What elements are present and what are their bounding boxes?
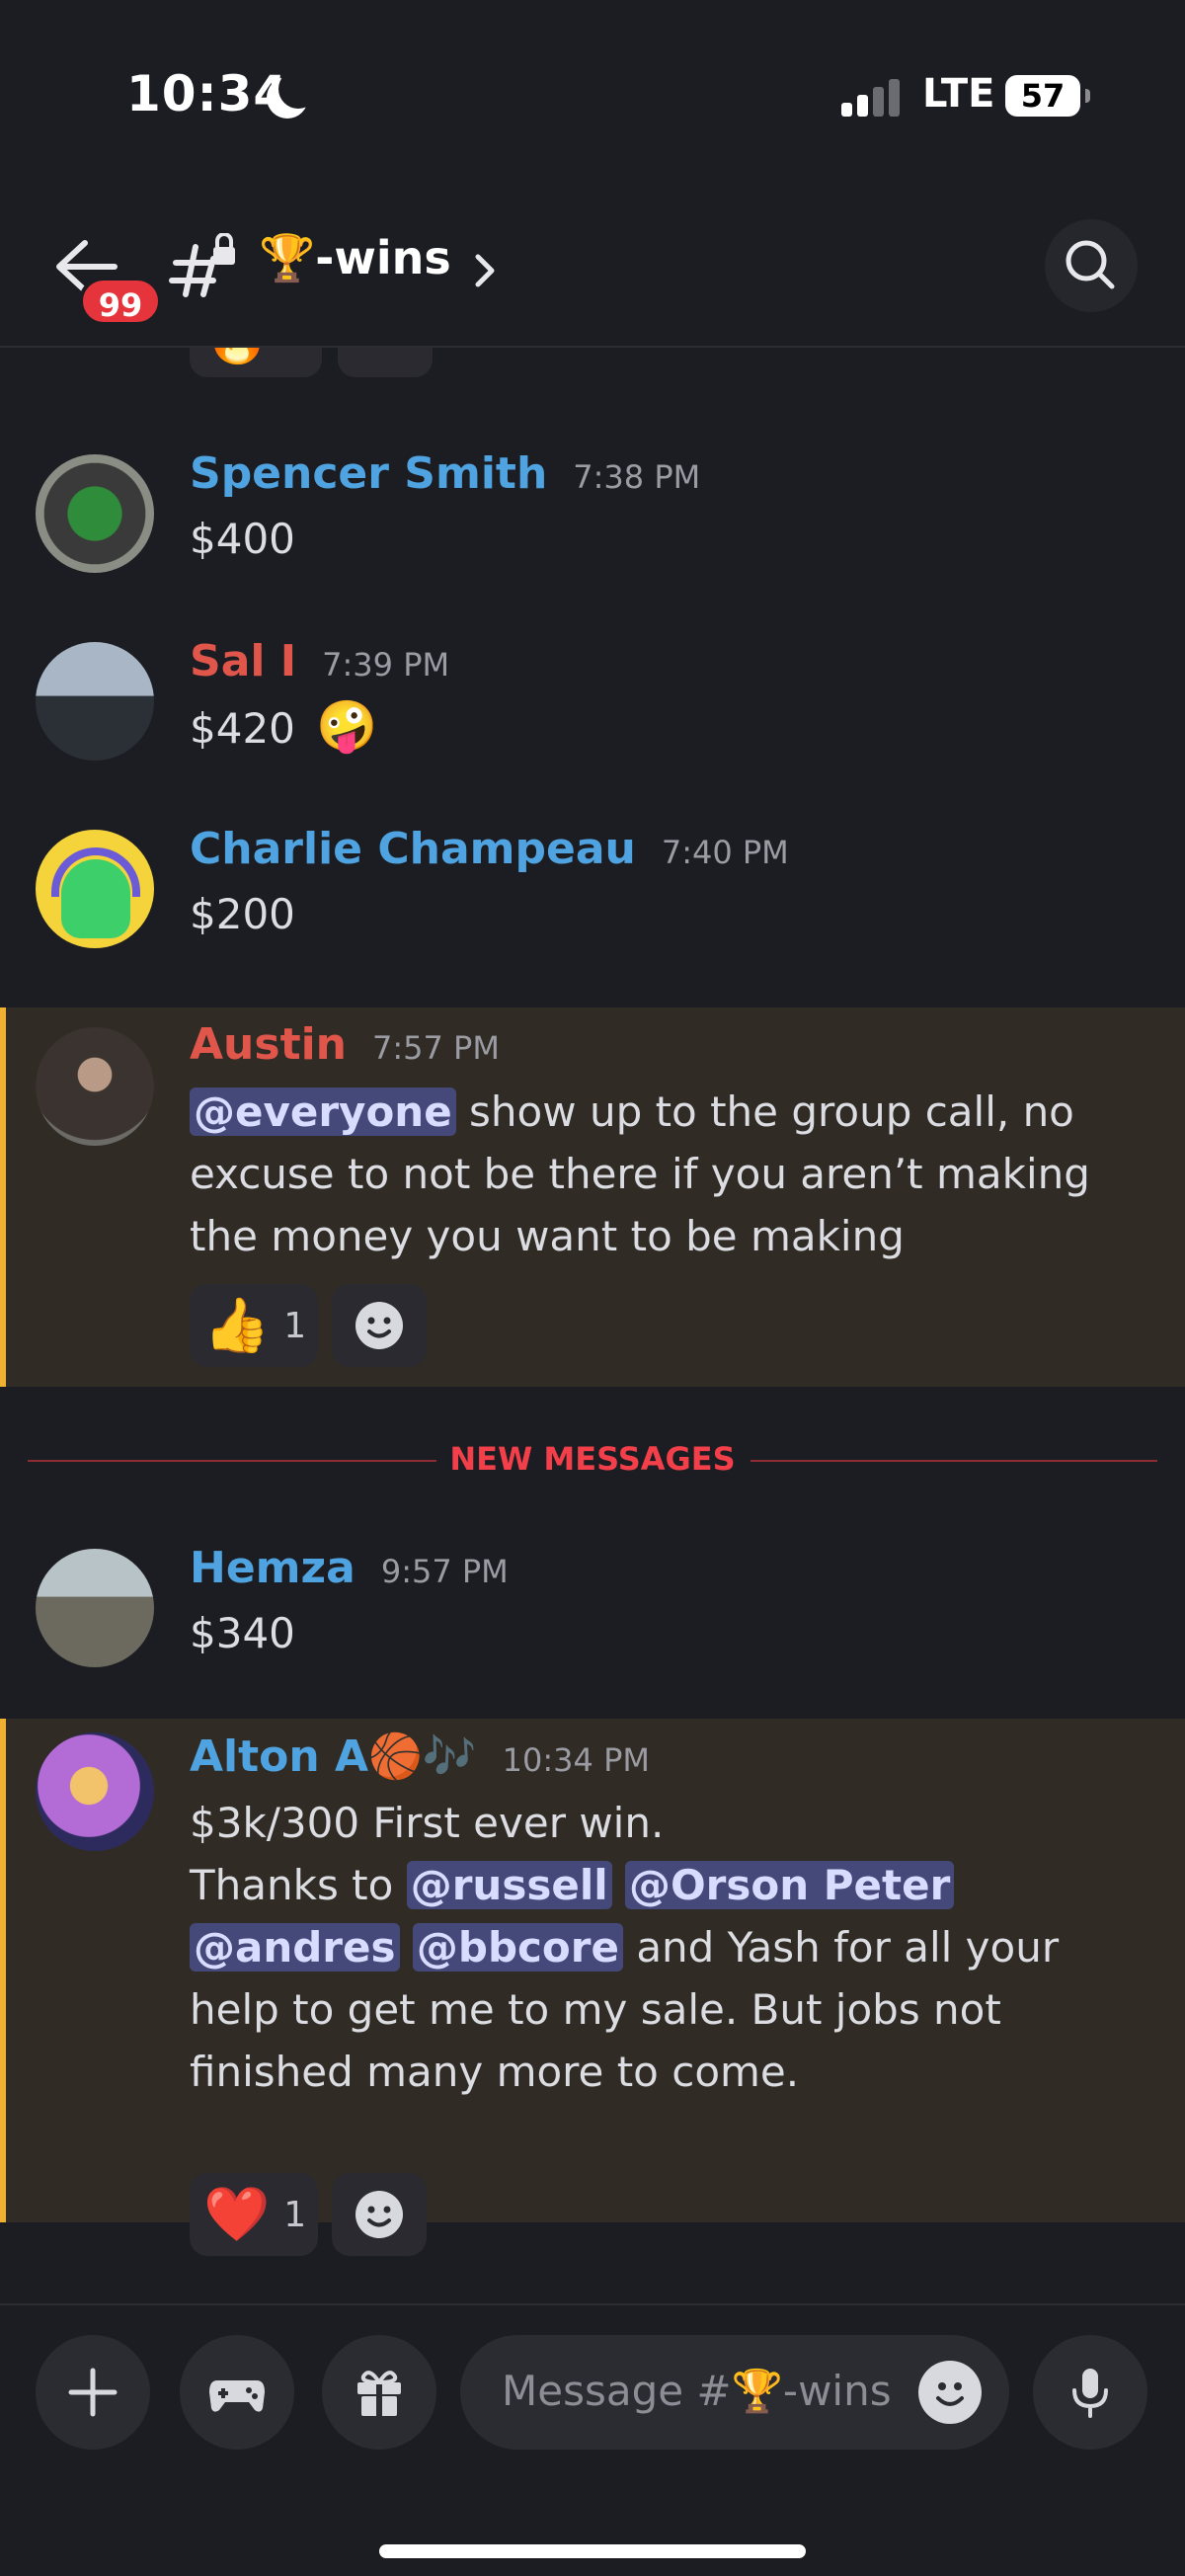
message-text: $200	[190, 890, 295, 938]
status-bar: 10:34 LTE 57	[0, 0, 1185, 198]
moon-icon	[267, 69, 318, 119]
reaction-count: 1	[283, 1305, 307, 1346]
heart-emoji: ❤️	[203, 2183, 271, 2245]
locked-channel-icon	[169, 233, 235, 297]
avatar[interactable]	[36, 1549, 154, 1667]
search-button[interactable]	[1045, 219, 1138, 312]
mention-orson-peter[interactable]: @Orson Peter	[624, 1861, 955, 1909]
message-placeholder: Message #🏆-wins	[502, 2367, 892, 2415]
message-input[interactable]: Message #🏆-wins	[460, 2335, 1009, 2450]
plus-icon	[68, 2368, 118, 2417]
avatar[interactable]	[36, 830, 154, 948]
author-name[interactable]: Sal I	[190, 636, 296, 686]
channel-header: 99 🏆-wins	[0, 198, 1185, 348]
search-icon	[1066, 240, 1115, 289]
fire-emoji: 🔥	[203, 348, 270, 367]
avatar[interactable]	[36, 1027, 154, 1146]
timestamp: 7:57 PM	[372, 1029, 500, 1067]
message-item[interactable]: Spencer Smith 7:38 PM $400	[0, 448, 1185, 597]
chevron-right-icon[interactable]	[472, 249, 500, 292]
author-name[interactable]: Charlie Champeau	[190, 824, 636, 874]
signal-icon	[841, 79, 903, 117]
composer-bar: Message #🏆-wins	[0, 2303, 1185, 2576]
message-text: $420	[190, 704, 295, 753]
attach-button[interactable]	[36, 2335, 150, 2450]
emoji-button[interactable]	[918, 2361, 982, 2424]
gamepad-icon	[209, 2380, 265, 2412]
smile-icon	[936, 2382, 964, 2406]
add-reaction-button[interactable]	[338, 348, 433, 377]
message-line-1: $3k/300 First ever win.	[190, 1799, 665, 1847]
author-name[interactable]: Alton A🏀🎶	[190, 1731, 477, 1782]
message-text: $400	[190, 515, 295, 563]
mention-everyone[interactable]: @everyone	[190, 1087, 456, 1136]
battery-icon: 57	[1005, 75, 1090, 117]
timestamp: 7:39 PM	[322, 646, 450, 684]
activities-button[interactable]	[180, 2335, 294, 2450]
reaction-count: 1	[283, 2194, 307, 2235]
message-text: $340	[190, 1609, 295, 1657]
message-item[interactable]: Sal I 7:39 PM $420 🤪	[0, 636, 1185, 784]
zany-face-emoji: 🤪	[316, 697, 378, 755]
message-item-mention[interactable]: Alton A🏀🎶 10:34 PM $3k/300 First ever wi…	[0, 1719, 1185, 2256]
mention-russell[interactable]: @russell	[406, 1861, 612, 1909]
timestamp: 7:40 PM	[661, 834, 789, 871]
reaction-thumbs-up[interactable]: 👍 1	[190, 1284, 318, 1367]
avatar-headset	[51, 847, 140, 897]
new-messages-divider: NEW MESSAGES	[28, 1438, 1157, 1482]
mention-andres[interactable]: @andres	[190, 1923, 400, 1972]
unread-badge: 99	[79, 277, 162, 326]
thanks-prefix: Thanks to	[190, 1861, 394, 1909]
timestamp: 9:57 PM	[380, 1553, 509, 1590]
status-time: 10:34	[126, 65, 289, 122]
reaction-heart[interactable]: ❤️ 1	[190, 2173, 318, 2256]
network-type: LTE	[922, 71, 995, 117]
new-messages-label: NEW MESSAGES	[449, 1440, 736, 1478]
reaction-chip[interactable]: 🔥	[190, 348, 322, 377]
message-item-mention[interactable]: Austin 7:57 PM @everyone show up to the …	[0, 1007, 1185, 1387]
avatar[interactable]	[36, 1732, 154, 1851]
author-name[interactable]: Spencer Smith	[190, 448, 547, 499]
mention-bbcore[interactable]: @bbcore	[412, 1923, 623, 1972]
timestamp: 10:34 PM	[502, 1741, 650, 1779]
author-name[interactable]: Hemza	[190, 1543, 356, 1593]
avatar[interactable]	[36, 642, 154, 761]
message-body: $420 🤪	[190, 695, 1157, 760]
add-reaction-button[interactable]	[332, 2173, 427, 2256]
thumbs-up-emoji: 👍	[203, 1294, 271, 1356]
message-line-2: Thanks to @russell @Orson Peter @andres …	[190, 1854, 1157, 2103]
timestamp: 7:38 PM	[573, 458, 701, 496]
message-body: @everyone show up to the group call, no …	[190, 1081, 1138, 1267]
message-item[interactable]: Hemza 9:57 PM $340	[0, 1543, 1185, 1691]
channel-name[interactable]: 🏆-wins	[259, 231, 451, 285]
message-list[interactable]: 🔥 Spencer Smith 7:38 PM $400 Sal I 7:39 …	[0, 348, 1185, 2303]
microphone-icon	[1072, 2369, 1108, 2418]
avatar[interactable]	[36, 454, 154, 573]
gift-icon	[357, 2371, 401, 2416]
add-emoji-icon	[356, 1302, 403, 1349]
author-name[interactable]: Austin	[190, 1019, 347, 1070]
gift-button[interactable]	[322, 2335, 436, 2450]
message-item[interactable]: Charlie Champeau 7:40 PM $200	[0, 824, 1185, 972]
message-body: $3k/300 First ever win. Thanks to @russe…	[190, 1792, 1157, 2103]
add-reaction-button[interactable]	[332, 1284, 427, 1367]
home-indicator	[379, 2544, 806, 2558]
add-emoji-icon	[356, 2191, 403, 2238]
voice-message-button[interactable]	[1033, 2335, 1147, 2450]
